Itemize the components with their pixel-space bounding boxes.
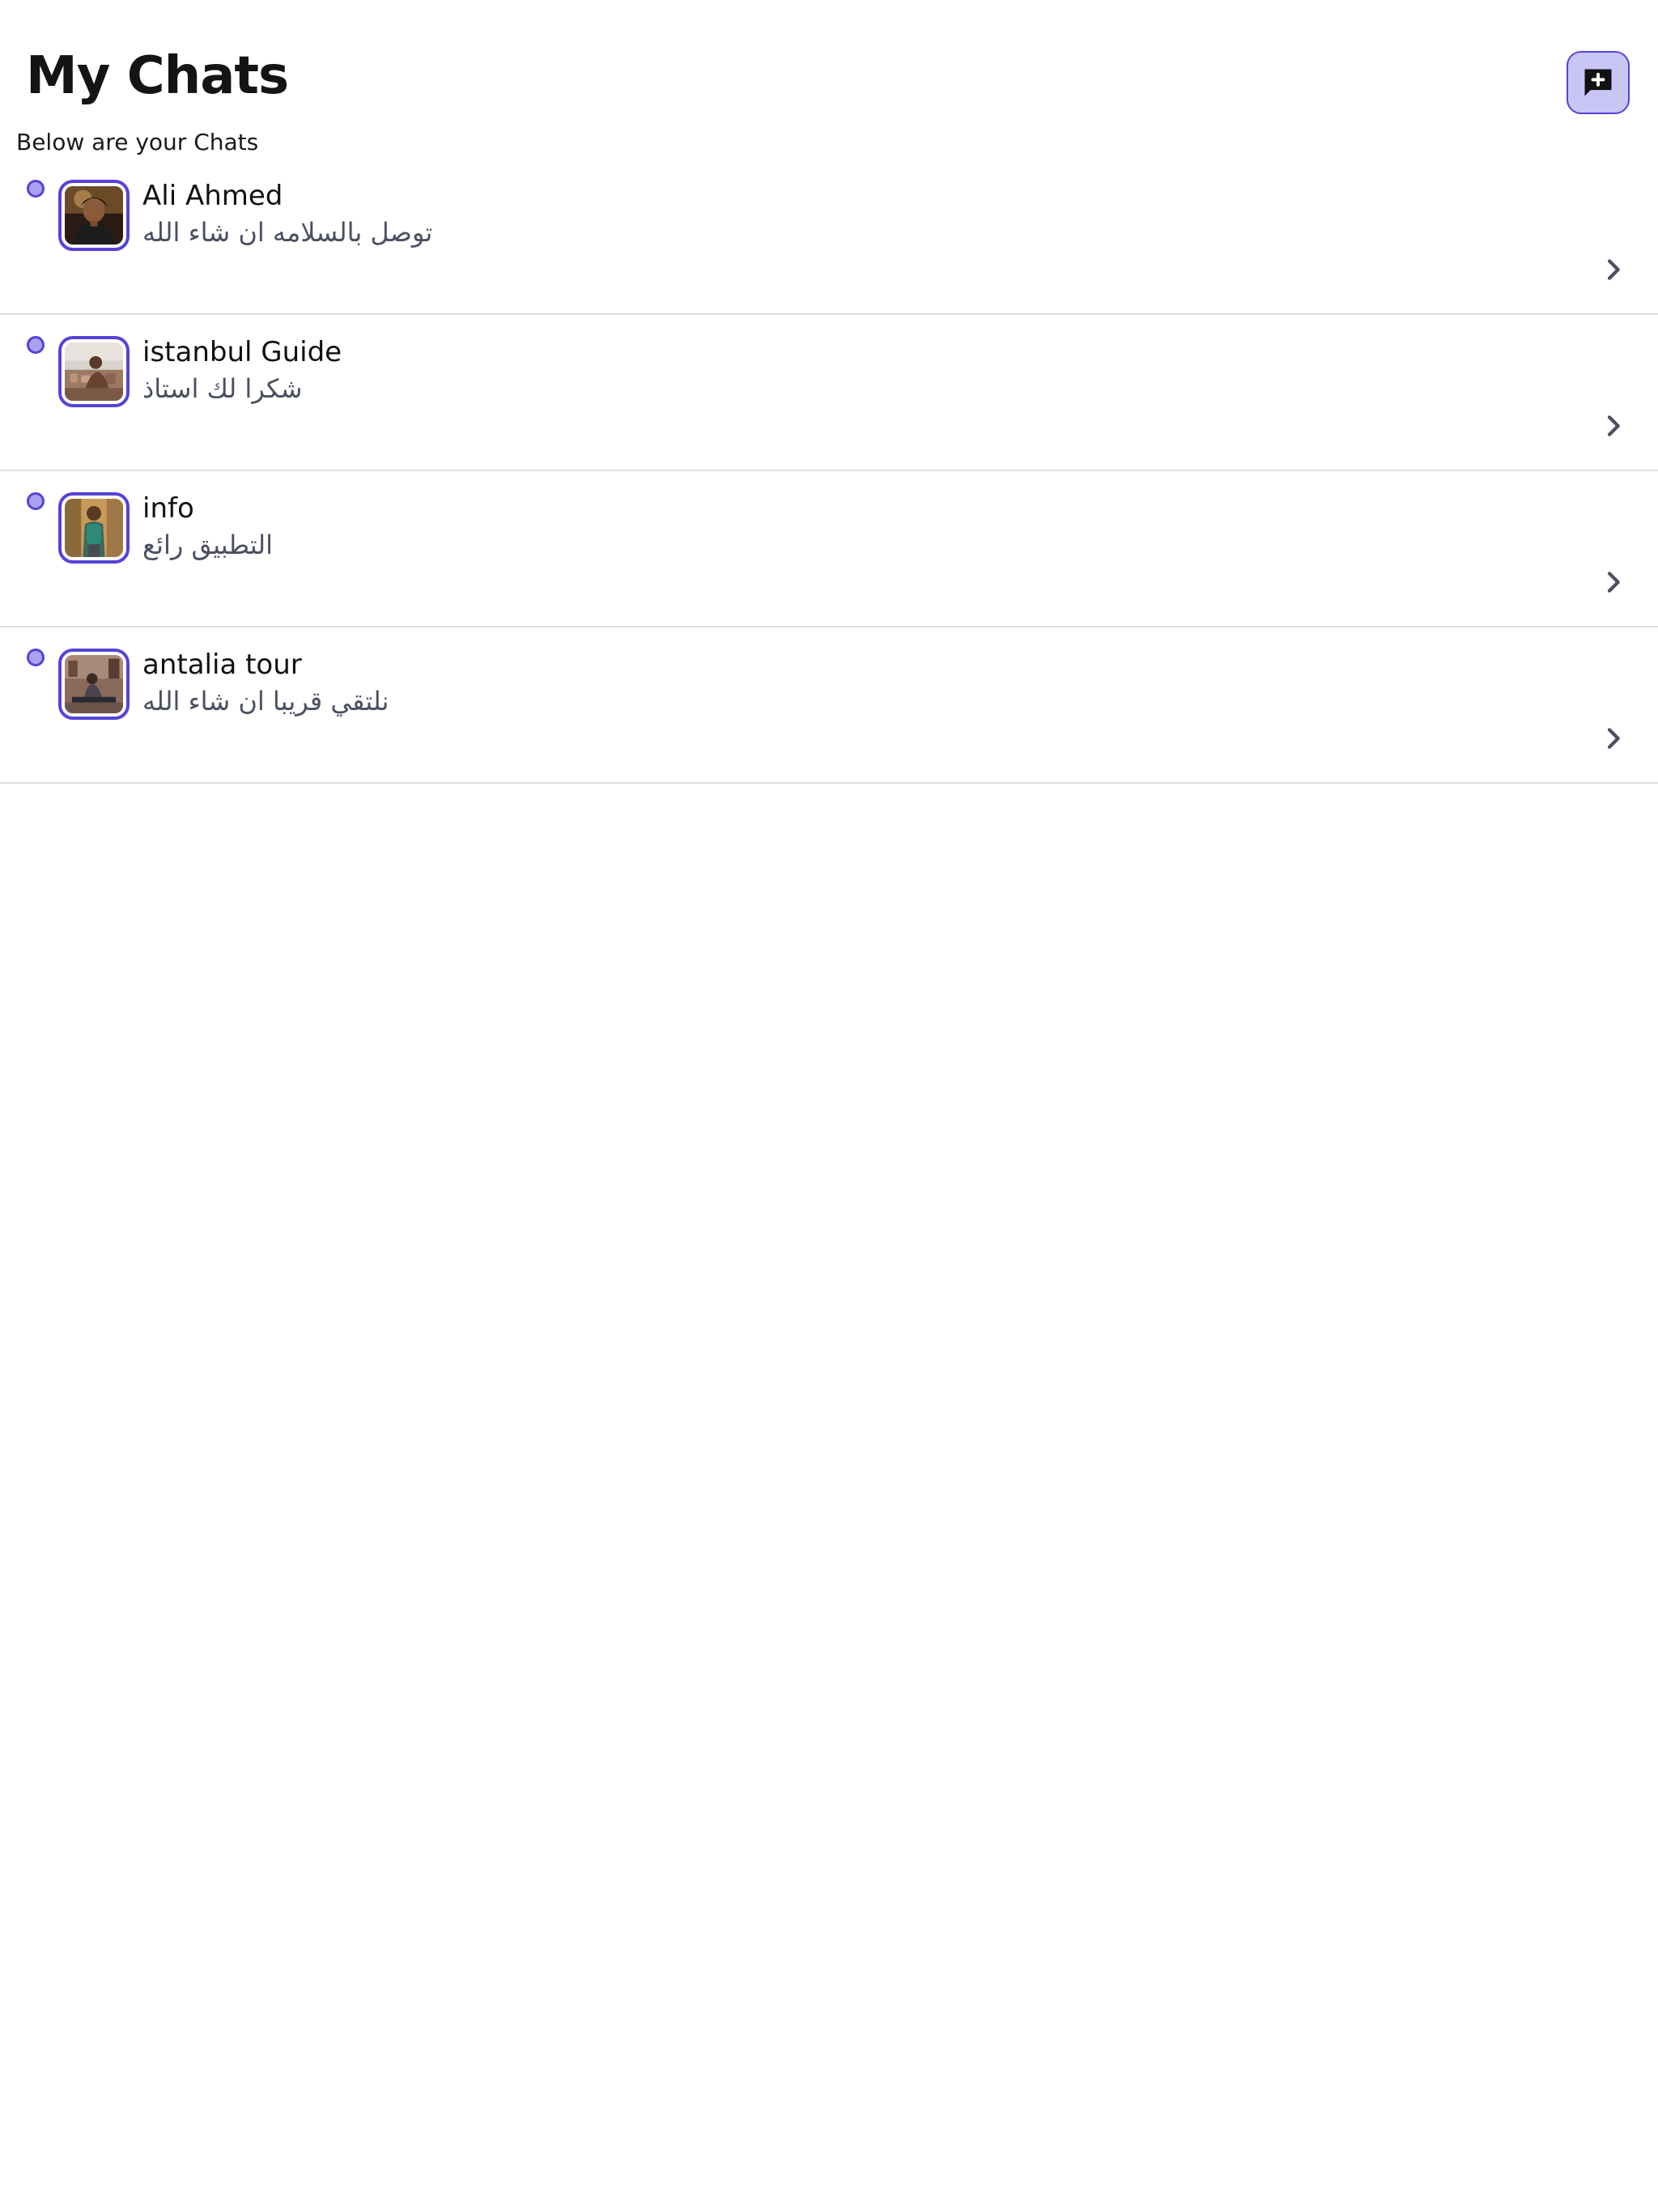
portrait-photo: [65, 186, 123, 245]
chat-preview: التطبيق رائع: [142, 530, 273, 560]
chat-preview: نلتقي قريبا ان شاء الله: [142, 686, 389, 717]
unread-indicator: [27, 336, 45, 354]
chat-name: antalia tour: [142, 649, 302, 681]
chats-screen: My Chats Below are your Chats Ali Ahmed …: [0, 0, 1658, 2212]
chat-name: istanbul Guide: [142, 336, 342, 368]
chat-row-istanbul-guide[interactable]: istanbul Guide شكرا لك استاذ: [0, 315, 1658, 471]
unread-indicator: [27, 180, 45, 198]
unread-indicator: [27, 649, 45, 666]
chat-list: Ali Ahmed توصل بالسلامه ان شاء الله ista…: [0, 159, 1658, 784]
chevron-right-icon[interactable]: [1600, 256, 1627, 283]
avatar: [58, 336, 130, 407]
avatar: [58, 492, 130, 564]
chevron-right-icon[interactable]: [1600, 725, 1627, 752]
chat-name: Ali Ahmed: [142, 180, 283, 212]
avatar: [58, 180, 130, 251]
unread-indicator: [27, 492, 45, 510]
chat-row-ali-ahmed[interactable]: Ali Ahmed توصل بالسلامه ان شاء الله: [0, 159, 1658, 315]
new-chat-button[interactable]: [1567, 51, 1630, 114]
backpacker-photo: [65, 499, 123, 557]
chevron-right-icon[interactable]: [1600, 568, 1627, 596]
chat-row-antalia-tour[interactable]: antalia tour نلتقي قريبا ان شاء الله: [0, 627, 1658, 784]
add-comment-icon: [1584, 69, 1612, 96]
page-title: My Chats: [26, 46, 289, 106]
chat-preview: شكرا لك استاذ: [142, 373, 303, 404]
avatar: [58, 649, 130, 720]
chat-name: info: [142, 492, 194, 525]
street-scene-photo: [65, 655, 123, 713]
chat-row-info[interactable]: info التطبيق رائع: [0, 471, 1658, 627]
page-subtitle: Below are your Chats: [16, 129, 259, 155]
chat-preview: توصل بالسلامه ان شاء الله: [142, 217, 433, 248]
header: My Chats Below are your Chats: [0, 0, 1658, 162]
city-landscape-photo: [65, 342, 123, 401]
chevron-right-icon[interactable]: [1600, 412, 1627, 440]
